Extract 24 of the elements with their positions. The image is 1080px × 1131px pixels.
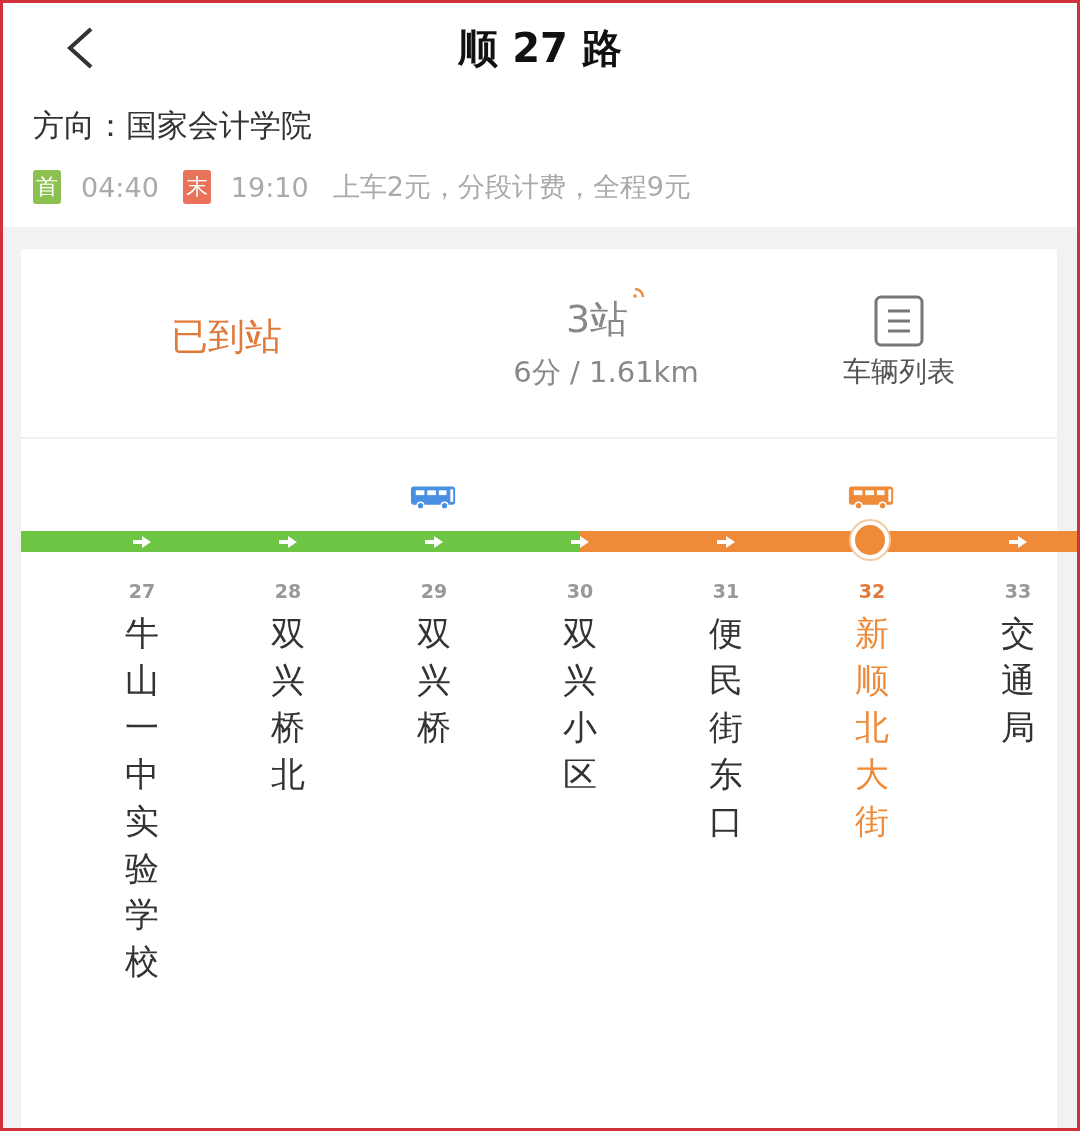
stop-name[interactable]: 交通局 [1001, 610, 1035, 751]
stop-name[interactable]: 便民街东口 [709, 610, 743, 845]
stop-name[interactable]: 双兴桥北 [271, 610, 305, 798]
stop-number: 30 [566, 580, 594, 602]
first-bus-badge: 首 [33, 170, 61, 204]
stop-number: 27 [128, 580, 156, 602]
last-bus-badge: 末 [182, 170, 211, 204]
stop-name[interactable]: 牛山一中实验学校 [125, 610, 159, 986]
direction-text: 方向：国家会计学院 [33, 106, 313, 145]
stop-name[interactable]: 双兴桥 [417, 610, 451, 751]
eta-text: 6分 / 1.61km [513, 353, 699, 391]
vehicle-list-button[interactable]: 车辆列表 [781, 295, 1057, 391]
stop-number: 28 [274, 580, 302, 602]
last-bus-time: 19:10 [230, 171, 309, 203]
stop-number: 29 [420, 580, 448, 602]
fare-text: 上车2元，分段计费，全程9元 [332, 170, 691, 204]
stops-away: 3站 [565, 295, 629, 343]
stop-number: 32 [858, 580, 886, 602]
stop-name[interactable]: 双兴小区 [563, 610, 597, 798]
first-bus-time: 04:40 [81, 171, 159, 203]
page-title: 顺 27 路 [458, 23, 622, 73]
stop-number: 33 [1004, 580, 1032, 602]
arrival-status: 已到站 [169, 314, 283, 360]
stop-number: 31 [712, 580, 740, 602]
